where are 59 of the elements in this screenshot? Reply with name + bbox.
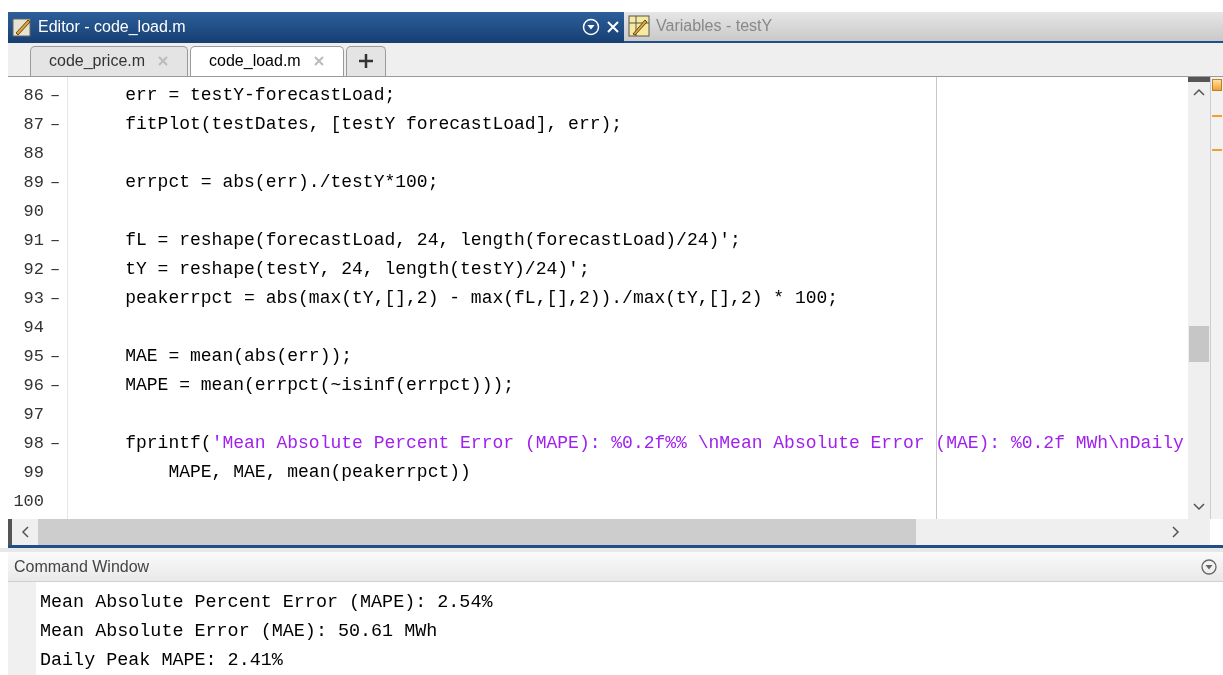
line-number: 93 [23,287,44,310]
line-number: 89 [23,171,44,194]
horizontal-scrollbar[interactable] [8,519,1210,546]
line-number: 97 [23,403,44,426]
chevron-up-icon[interactable] [1193,87,1205,96]
line-marker: – [49,258,61,281]
plus-icon [357,53,374,70]
warning-marker[interactable] [1212,114,1222,117]
code-line: fL = reshape(forecastLoad, 24, length(forecastLoad)/24)'; [124,228,741,252]
window-title: Editor - code_load.m [38,17,186,38]
pencil-icon [12,17,32,38]
dropdown-icon[interactable] [1201,558,1217,575]
line-number: 94 [23,316,44,339]
line-number: 86 [23,84,44,107]
line-marker: – [49,345,61,368]
code-line: errpct = abs(err)./testY*100; [124,170,439,194]
output-line: Mean Absolute Error (MAE): 50.61 MWh [40,619,438,644]
line-marker: – [49,113,61,136]
chevron-left-icon[interactable] [21,526,29,539]
file-tab[interactable]: code_load.m [190,45,344,76]
scroll-top-indicator [1188,76,1210,82]
line-number: 95 [23,345,44,368]
line-marker: – [49,287,61,310]
output-line: Daily Peak MAPE: 2.41% [40,648,283,673]
table-pencil-icon [628,15,650,38]
code-line: MAPE, MAE, mean(peakerrpct)) [167,460,471,484]
chevron-down-icon[interactable] [1193,503,1205,512]
file-tab[interactable]: code_price.m [30,45,189,76]
line-marker: – [49,229,61,252]
line-number: 99 [23,461,44,484]
code-line: MAE = mean(abs(err)); [124,344,353,368]
warning-indicator[interactable] [1212,78,1222,91]
panel-title: Variables - testY [656,16,773,37]
code-line: err = testY-forecastLoad; [124,83,396,107]
new-tab-button[interactable] [345,45,386,76]
line-number: 98 [23,432,44,455]
line-marker: – [49,84,61,107]
scrollbar-thumb[interactable] [38,519,916,546]
code-line: fitPlot(testDates, [testY forecastLoad], err); [124,112,623,136]
output-line: Mean Absolute Percent Error (MAPE): 2.54% [40,590,493,615]
line-number: 88 [23,142,44,165]
line-number: 96 [23,374,44,397]
line-number: 100 [13,490,44,513]
code-line: tY = reshape(testY, 24, length(testY)/24)'; [124,257,590,281]
line-marker: – [49,171,61,194]
code-line: MAPE = mean(errpct(~isinf(errpct))); [124,373,515,397]
panel-title: Command Window [14,556,150,577]
line-marker: – [49,374,61,397]
line-number: 92 [23,258,44,281]
code-line: fprintf('Mean Absolute Percent Error (MAPE): %0.2f%% \nMean Absolute Error (MAE): %0.2f MWh\nDaily [124,431,1184,455]
line-number: 90 [23,200,44,223]
line-number: 87 [23,113,44,136]
vertical-scrollbar[interactable] [1188,76,1210,520]
line-marker: – [49,432,61,455]
line-number: 91 [23,229,44,252]
warning-marker[interactable] [1212,148,1222,151]
chevron-right-icon[interactable] [1172,526,1180,539]
code-line: peakerrpct = abs(max(tY,[],2) - max(fL,[],2))./max(tY,[],2) * 100; [124,286,839,310]
scrollbar-thumb[interactable] [1189,325,1209,362]
